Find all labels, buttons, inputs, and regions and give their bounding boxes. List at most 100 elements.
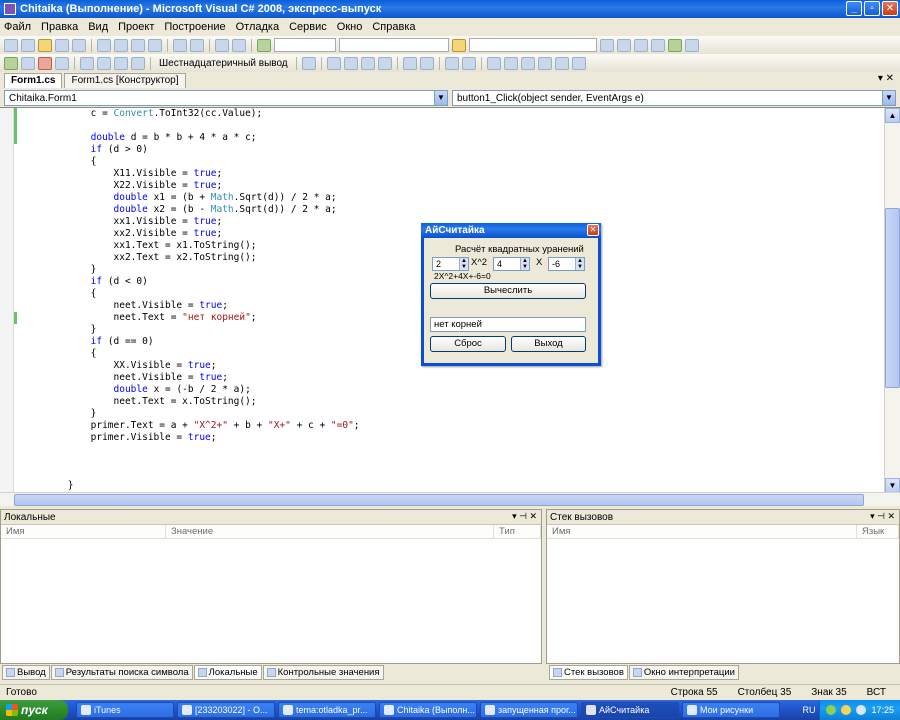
- continue-icon[interactable]: [4, 56, 18, 70]
- taskbar-button[interactable]: Chitaika (Выполн...: [379, 702, 477, 718]
- solution-config-combo[interactable]: [274, 38, 336, 52]
- quick-info-icon[interactable]: [360, 56, 375, 70]
- code-line[interactable]: [22, 444, 884, 456]
- tab-call-stack[interactable]: Стек вызовов: [549, 664, 628, 680]
- tab-symbol-search[interactable]: Результаты поиска символа: [50, 664, 193, 680]
- cut-icon[interactable]: [97, 38, 111, 52]
- breakpoint-margin[interactable]: [0, 108, 14, 493]
- save-all-icon[interactable]: [72, 38, 86, 52]
- menu-build[interactable]: Построение: [164, 21, 225, 33]
- taskbar-button[interactable]: запущенная прог...: [480, 702, 578, 718]
- scroll-thumb[interactable]: [885, 208, 900, 388]
- parameter-info-icon[interactable]: [343, 56, 358, 70]
- coef-c-stepper[interactable]: -6 ▲ ▼: [548, 257, 585, 271]
- scroll-up-arrow[interactable]: ▲: [885, 108, 900, 123]
- editor-layout-icon[interactable]: [326, 56, 341, 70]
- navigate-backward-icon[interactable]: [215, 38, 229, 52]
- toolbox-icon[interactable]: [651, 38, 665, 52]
- calculate-button[interactable]: Вычеслить: [430, 283, 586, 299]
- code-line[interactable]: double x = (-b / 2 * a);: [22, 384, 884, 396]
- code-line[interactable]: primer.Visible = true;: [22, 432, 884, 444]
- code-line[interactable]: }: [22, 480, 884, 492]
- code-line[interactable]: [22, 468, 884, 480]
- stop-debugging-icon[interactable]: [38, 56, 52, 70]
- step-into-icon[interactable]: [97, 56, 111, 70]
- chevron-down-icon[interactable]: ▼: [882, 91, 895, 105]
- find-in-files-icon[interactable]: [452, 38, 466, 52]
- window-title-bar[interactable]: Chitaika (Выполнение) - Microsoft Visual…: [0, 0, 900, 18]
- member-combo[interactable]: button1_Click(object sender, EventArgs e…: [452, 90, 896, 106]
- object-browser-icon[interactable]: [634, 38, 648, 52]
- code-line[interactable]: neet.Visible = true;: [22, 372, 884, 384]
- start-debug-icon[interactable]: [257, 38, 271, 52]
- open-file-icon[interactable]: [38, 38, 52, 52]
- redo-icon[interactable]: [190, 38, 204, 52]
- clear-bookmarks-icon[interactable]: [571, 56, 586, 70]
- code-line[interactable]: c = Convert.ToInt32(cc.Value);: [22, 108, 884, 120]
- stepper-arrows-icon[interactable]: ▲ ▼: [575, 258, 584, 270]
- prev-bookmark-folder-icon[interactable]: [537, 56, 552, 70]
- scroll-down-arrow[interactable]: ▼: [885, 478, 900, 493]
- close-document-icon[interactable]: ▾ ✕: [878, 73, 894, 84]
- save-icon[interactable]: [55, 38, 69, 52]
- tab-watch[interactable]: Контрольные значения: [262, 664, 384, 680]
- properties-icon[interactable]: [617, 38, 631, 52]
- copy-icon[interactable]: [114, 38, 128, 52]
- language-indicator[interactable]: RU: [798, 705, 819, 715]
- increase-indent-icon[interactable]: [419, 56, 434, 70]
- menu-window[interactable]: Окно: [337, 21, 363, 33]
- breakpoints-window-icon[interactable]: [301, 56, 316, 70]
- tab-locals[interactable]: Локальные: [193, 664, 262, 680]
- editor-horizontal-scrollbar[interactable]: [0, 492, 900, 506]
- tab-form1-cs[interactable]: Form1.cs: [4, 73, 63, 88]
- break-all-icon[interactable]: [21, 56, 35, 70]
- close-icon[interactable]: ✕: [587, 224, 599, 236]
- menu-file[interactable]: Файл: [4, 21, 31, 33]
- code-line[interactable]: double x2 = (b - Math.Sqrt(d)) / 2 * a;: [22, 204, 884, 216]
- start-button[interactable]: пуск: [0, 700, 68, 720]
- hex-display-toggle[interactable]: Шестнадцатеричный вывод: [156, 58, 291, 69]
- taskbar-button[interactable]: Мои рисунки: [682, 702, 780, 718]
- code-line[interactable]: X11.Visible = true;: [22, 168, 884, 180]
- coef-b-stepper[interactable]: 4 ▲ ▼: [493, 257, 530, 271]
- menu-help[interactable]: Справка: [372, 21, 415, 33]
- stepper-arrows-icon[interactable]: ▲ ▼: [520, 258, 529, 270]
- result-field[interactable]: нет корней: [430, 317, 586, 332]
- tray-icon[interactable]: [841, 705, 852, 715]
- other-windows-icon[interactable]: [685, 38, 699, 52]
- word-completion-icon[interactable]: [377, 56, 392, 70]
- app-window[interactable]: АйСчитайка ✕ Расчёт квадратных уранений …: [421, 223, 601, 366]
- step-over-icon[interactable]: [114, 56, 128, 70]
- navigate-forward-icon[interactable]: [232, 38, 246, 52]
- clock[interactable]: 17:25: [871, 705, 894, 715]
- show-next-statement-icon[interactable]: [80, 56, 94, 70]
- taskbar-button[interactable]: АйСчитайка: [581, 702, 679, 718]
- close-button[interactable]: ✕: [882, 1, 898, 16]
- undo-icon[interactable]: [173, 38, 187, 52]
- start-page-icon[interactable]: [668, 38, 682, 52]
- solution-explorer-icon[interactable]: [600, 38, 614, 52]
- decrease-indent-icon[interactable]: [402, 56, 417, 70]
- column-name[interactable]: Имя: [547, 525, 857, 538]
- maximize-button[interactable]: ▫: [864, 1, 880, 16]
- code-line[interactable]: if (d > 0): [22, 144, 884, 156]
- code-line[interactable]: X22.Visible = true;: [22, 180, 884, 192]
- menu-edit[interactable]: Правка: [41, 21, 78, 33]
- column-language[interactable]: Язык: [857, 525, 899, 538]
- menu-view[interactable]: Вид: [88, 21, 108, 33]
- tab-output[interactable]: Вывод: [2, 664, 50, 680]
- menu-project[interactable]: Проект: [118, 21, 154, 33]
- chevron-down-icon[interactable]: ▼: [434, 91, 447, 105]
- column-type[interactable]: Тип: [494, 525, 541, 538]
- panel-controls-icon[interactable]: ▾ ⊣ ✕: [512, 511, 537, 522]
- reset-button[interactable]: Сброс: [430, 336, 506, 352]
- step-out-icon[interactable]: [131, 56, 145, 70]
- paste-icon[interactable]: [131, 38, 145, 52]
- restart-icon[interactable]: [55, 56, 69, 70]
- uncomment-icon[interactable]: [461, 56, 476, 70]
- tab-immediate[interactable]: Окно интерпретации: [628, 664, 739, 680]
- code-line[interactable]: double d = b * b + 4 * a * c;: [22, 132, 884, 144]
- taskbar-button[interactable]: iTunes: [76, 702, 174, 718]
- scroll-thumb[interactable]: [14, 494, 864, 506]
- exit-button[interactable]: Выход: [511, 336, 586, 352]
